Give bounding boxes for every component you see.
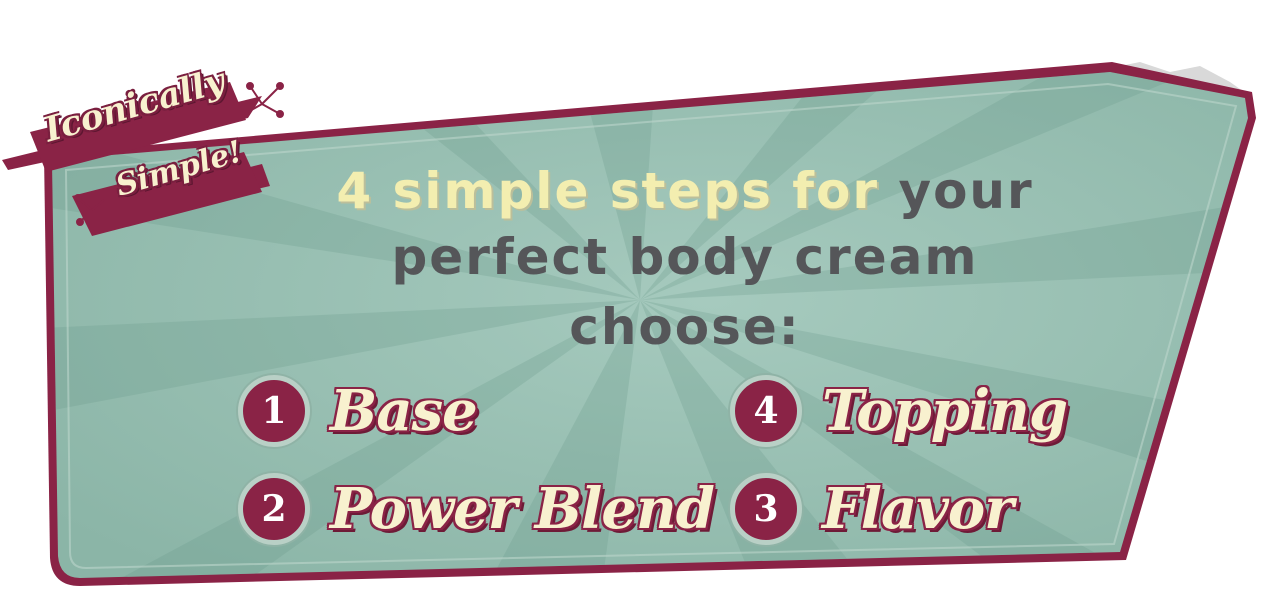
step-number-badge: 1 — [238, 375, 310, 447]
step-label: Power Blend — [330, 476, 715, 542]
headline-line-2: Perfect Body Cream — [391, 228, 979, 286]
step-base: 1 Base — [238, 366, 478, 456]
headline-your: Your — [898, 162, 1034, 220]
promo-banner: Iconically Simple! 4 Simple Steps For Yo… — [0, 0, 1269, 593]
step-number-badge: 2 — [238, 473, 310, 545]
headline-highlight: 4 Simple Steps For — [336, 162, 880, 220]
step-label: Topping — [822, 378, 1068, 444]
step-label: Flavor — [822, 476, 1014, 542]
headline-choose: Choose: — [569, 298, 801, 356]
step-number-badge: 3 — [730, 473, 802, 545]
step-flavor: 3 Flavor — [730, 464, 1014, 554]
step-power-blend: 2 Power Blend — [238, 464, 715, 554]
step-topping: 4 Topping — [730, 366, 1068, 456]
headline-line-1: 4 Simple Steps For Your — [240, 162, 1130, 220]
step-label: Base — [330, 378, 478, 444]
step-number-badge: 4 — [730, 375, 802, 447]
